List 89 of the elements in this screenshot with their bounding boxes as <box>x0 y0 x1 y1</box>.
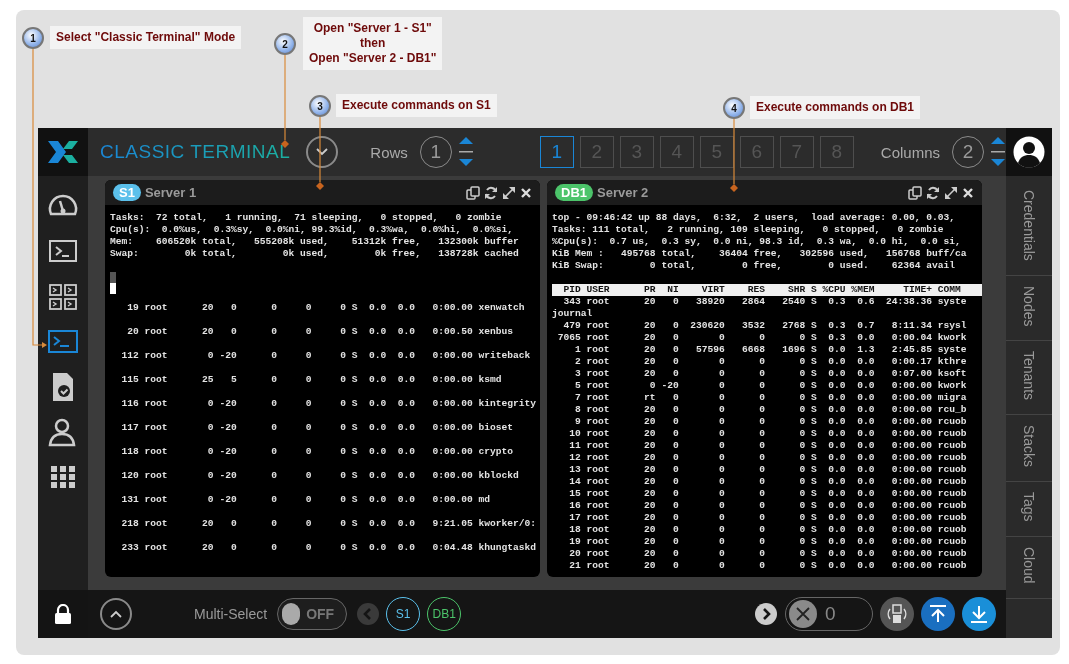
terminal-line: 8 root 20 0 0 0 0 S 0.0 0.0 0:00.00 rcu_b <box>574 404 968 416</box>
upload-icon <box>928 604 948 624</box>
next-icon[interactable] <box>755 603 777 625</box>
collapse-button[interactable] <box>100 598 132 630</box>
close-icon[interactable] <box>520 186 532 199</box>
side-tab[interactable]: Cloud <box>1006 536 1052 599</box>
callout-note: Execute commands on DB1 <box>750 96 921 119</box>
terminal-line: 117 root 0 -20 0 0 0 S 0.0 0.0 0:00.00 bioset <box>120 421 514 435</box>
terminal-line: 16 root 20 0 0 0 0 S 0.0 0.0 0:00.00 rcuob <box>568 500 968 512</box>
close-circle-icon <box>789 600 817 628</box>
refresh-icon[interactable] <box>484 185 498 200</box>
terminal-line: 343 root 20 0 38920 2864 2540 S 0.3 0.6 24:38.36 syste <box>562 296 968 308</box>
callout-note: Open "Server 1 - S1" then Open "Server 2 - DB1" <box>303 17 443 70</box>
terminal-line: journal <box>552 308 594 320</box>
terminal-line: 20 root 20 0 0 0 0 S 0.0 0.0 0:00.50 xenbus <box>126 325 514 339</box>
terminal-line: 11 root 20 0 0 0 0 S 0.0 0.0 0:00.00 rcuob <box>568 440 968 452</box>
server-title: Server 1 <box>144 185 198 200</box>
terminal-line: 10 root 20 0 0 0 0 S 0.0 0.0 0:00.00 rcuob <box>568 428 968 440</box>
terminal-line: 5 root 0 -20 0 0 0 S 0.0 0.0 0:00.00 kwork <box>574 380 968 392</box>
text-cursor <box>110 272 116 294</box>
terminal-line: 7065 root 20 0 0 0 0 S 0.3 0.0 0:00.04 kwork <box>556 332 968 344</box>
refresh-icon[interactable] <box>926 185 940 200</box>
rotate-icon <box>886 603 908 625</box>
terminal-line: 3 root 20 0 0 0 0 S 0.0 0.0 0:07.00 ksoft <box>574 368 968 380</box>
terminal-line: 13 root 20 0 0 0 0 S 0.0 0.0 0:00.00 rcuob <box>568 464 968 476</box>
terminal-line: top - 09:46:42 up 88 days, 6:32, 2 users, load average: 0.00, 0.03, <box>552 212 956 224</box>
avatar-icon[interactable] <box>1013 136 1045 168</box>
terminal-line: 12 root 20 0 0 0 0 S 0.0 0.0 0:00.00 rcuob <box>568 452 968 464</box>
server-badge: S1 <box>113 184 141 201</box>
chevron-down-icon <box>316 148 329 156</box>
terminal-line: 15 root 20 0 0 0 0 S 0.0 0.0 0:00.00 rcuob <box>568 488 968 500</box>
server-badge: DB1 <box>555 184 593 201</box>
multi-select-toggle[interactable]: OFF <box>277 598 348 630</box>
process-table-header: PID USER PR NI VIRT RES SHR S %CPU %MEM TIME+ COMM <box>552 284 982 296</box>
callout-note: Select "Classic Terminal" Mode <box>50 26 242 49</box>
server-title: Server 2 <box>597 185 650 200</box>
rotate-layout-button[interactable] <box>880 597 914 631</box>
side-tab[interactable]: Tenants <box>1006 341 1052 416</box>
terminal-line: 1 root 20 0 57596 6668 1696 S 0.0 1.3 2:45.85 syste <box>574 344 968 356</box>
download-icon <box>969 604 989 624</box>
up-down-arrows-icon[interactable] <box>990 136 1006 168</box>
expand-icon[interactable] <box>944 185 958 200</box>
terminal-line: 18 root 20 0 0 0 0 S 0.0 0.0 0:00.00 rcuob <box>568 524 968 536</box>
logo-icon <box>46 138 80 166</box>
terminal-line: 9 root 20 0 0 0 0 S 0.0 0.0 0:00.00 rcuob <box>574 416 968 428</box>
terminal-line: 14 root 20 0 0 0 0 S 0.0 0.0 0:00.00 rcuob <box>568 476 968 488</box>
columns-label: Columns <box>880 143 940 161</box>
side-tab[interactable]: Tags <box>1006 482 1052 537</box>
copy-icon[interactable] <box>908 185 922 200</box>
terminal-line: Mem: 606520k total, 555208k used, 51312k free, 132300k buffer <box>110 236 520 248</box>
terminal-line: %Cpu(s): 0.7 us, 0.3 sy, 0.0 ni, 98.3 id, 0.3 wa, 0.0 hi, 0.0 si, <box>552 236 962 248</box>
terminal-line: Cpu(s): 0.0%us, 0.3%sy, 0.0%ni, 99.3%id, 0.3%wa, 0.0%hi, 0.0%si, <box>110 224 514 236</box>
page-tab[interactable]: 1 <box>539 136 574 168</box>
lock-icon[interactable] <box>54 604 72 624</box>
terminal-line: 131 root 0 -20 0 0 0 S 0.0 0.0 0:00.00 md <box>120 493 491 507</box>
callout-note: Execute commands on S1 <box>336 94 497 117</box>
side-tab[interactable]: Stacks <box>1006 415 1052 483</box>
download-button[interactable] <box>962 597 996 631</box>
terminal-line: 233 root 20 0 0 0 0 S 0.0 0.0 0:04.48 khungtaskd <box>120 541 538 555</box>
multi-select-label: Multi-Select <box>194 606 268 622</box>
terminal-line: Swap: 0k total, 0k used, 0k free, 138728k cached <box>110 248 520 260</box>
terminal-line: Tasks: 111 total, 2 running, 109 sleeping, 0 stopped, 0 zombie <box>552 224 945 236</box>
terminal-line: 2 root 20 0 0 0 0 S 0.0 0.0 0:00.17 kthre <box>574 356 968 368</box>
chevron-up-icon <box>110 610 122 618</box>
terminal-line: 21 root 20 0 0 0 0 S 0.0 0.0 0:00.00 rcuob <box>568 560 968 572</box>
terminal-line: Tasks: 72 total, 1 running, 71 sleeping, 0 stopped, 0 zombie <box>110 212 503 224</box>
side-tab[interactable]: Nodes <box>1006 275 1052 342</box>
side-tab[interactable]: Credentials <box>1006 180 1052 276</box>
terminal-line: 115 root 25 5 0 0 0 S 0.0 0.0 0:00.00 ksmd <box>120 373 503 387</box>
terminal-line: 19 root 20 0 0 0 0 S 0.0 0.0 0:00.00 xenwatch <box>126 301 526 315</box>
mode-dropdown-button[interactable] <box>306 136 339 168</box>
rows-label: Rows <box>370 143 408 161</box>
up-down-arrows-icon[interactable] <box>457 136 474 168</box>
terminal-line: 479 root 20 0 230620 3532 2768 S 0.3 0.7 8:11.34 rsysl <box>562 320 968 332</box>
terminal-line: 17 root 20 0 0 0 0 S 0.0 0.0 0:00.00 rcuob <box>568 512 968 524</box>
terminal-line: KiB Mem : 495768 total, 36404 free, 302596 used, 156768 buff/ca <box>552 248 968 260</box>
close-icon[interactable] <box>962 186 974 199</box>
terminal-line: 118 root 0 -20 0 0 0 S 0.0 0.0 0:00.00 crypto <box>120 445 514 459</box>
terminal-line: 112 root 0 -20 0 0 0 S 0.0 0.0 0:00.00 writeback <box>120 349 532 363</box>
terminal-line: 20 root 20 0 0 0 0 S 0.0 0.0 0:00.00 rcuob <box>568 548 968 560</box>
terminal-line: 116 root 0 -20 0 0 0 S 0.0 0.0 0:00.00 kintegrity <box>120 397 538 411</box>
terminal-line: KiB Swap: 0 total, 0 free, 0 used. 62364 avail <box>552 260 956 272</box>
terminal-line: 120 root 0 -20 0 0 0 S 0.0 0.0 0:00.00 kblockd <box>120 469 520 483</box>
terminal-line: 19 root 20 0 0 0 0 S 0.0 0.0 0:00.00 rcuob <box>568 536 968 548</box>
terminal-line: 7 root rt 0 0 0 0 S 0.0 0.0 0:00.00 migra <box>574 392 968 404</box>
copy-icon[interactable] <box>466 185 480 200</box>
terminal-line: 218 root 20 0 0 0 0 S 0.0 0.0 9:21.05 kworker/0: <box>120 517 538 531</box>
upload-button[interactable] <box>921 597 955 631</box>
expand-icon[interactable] <box>502 185 516 200</box>
